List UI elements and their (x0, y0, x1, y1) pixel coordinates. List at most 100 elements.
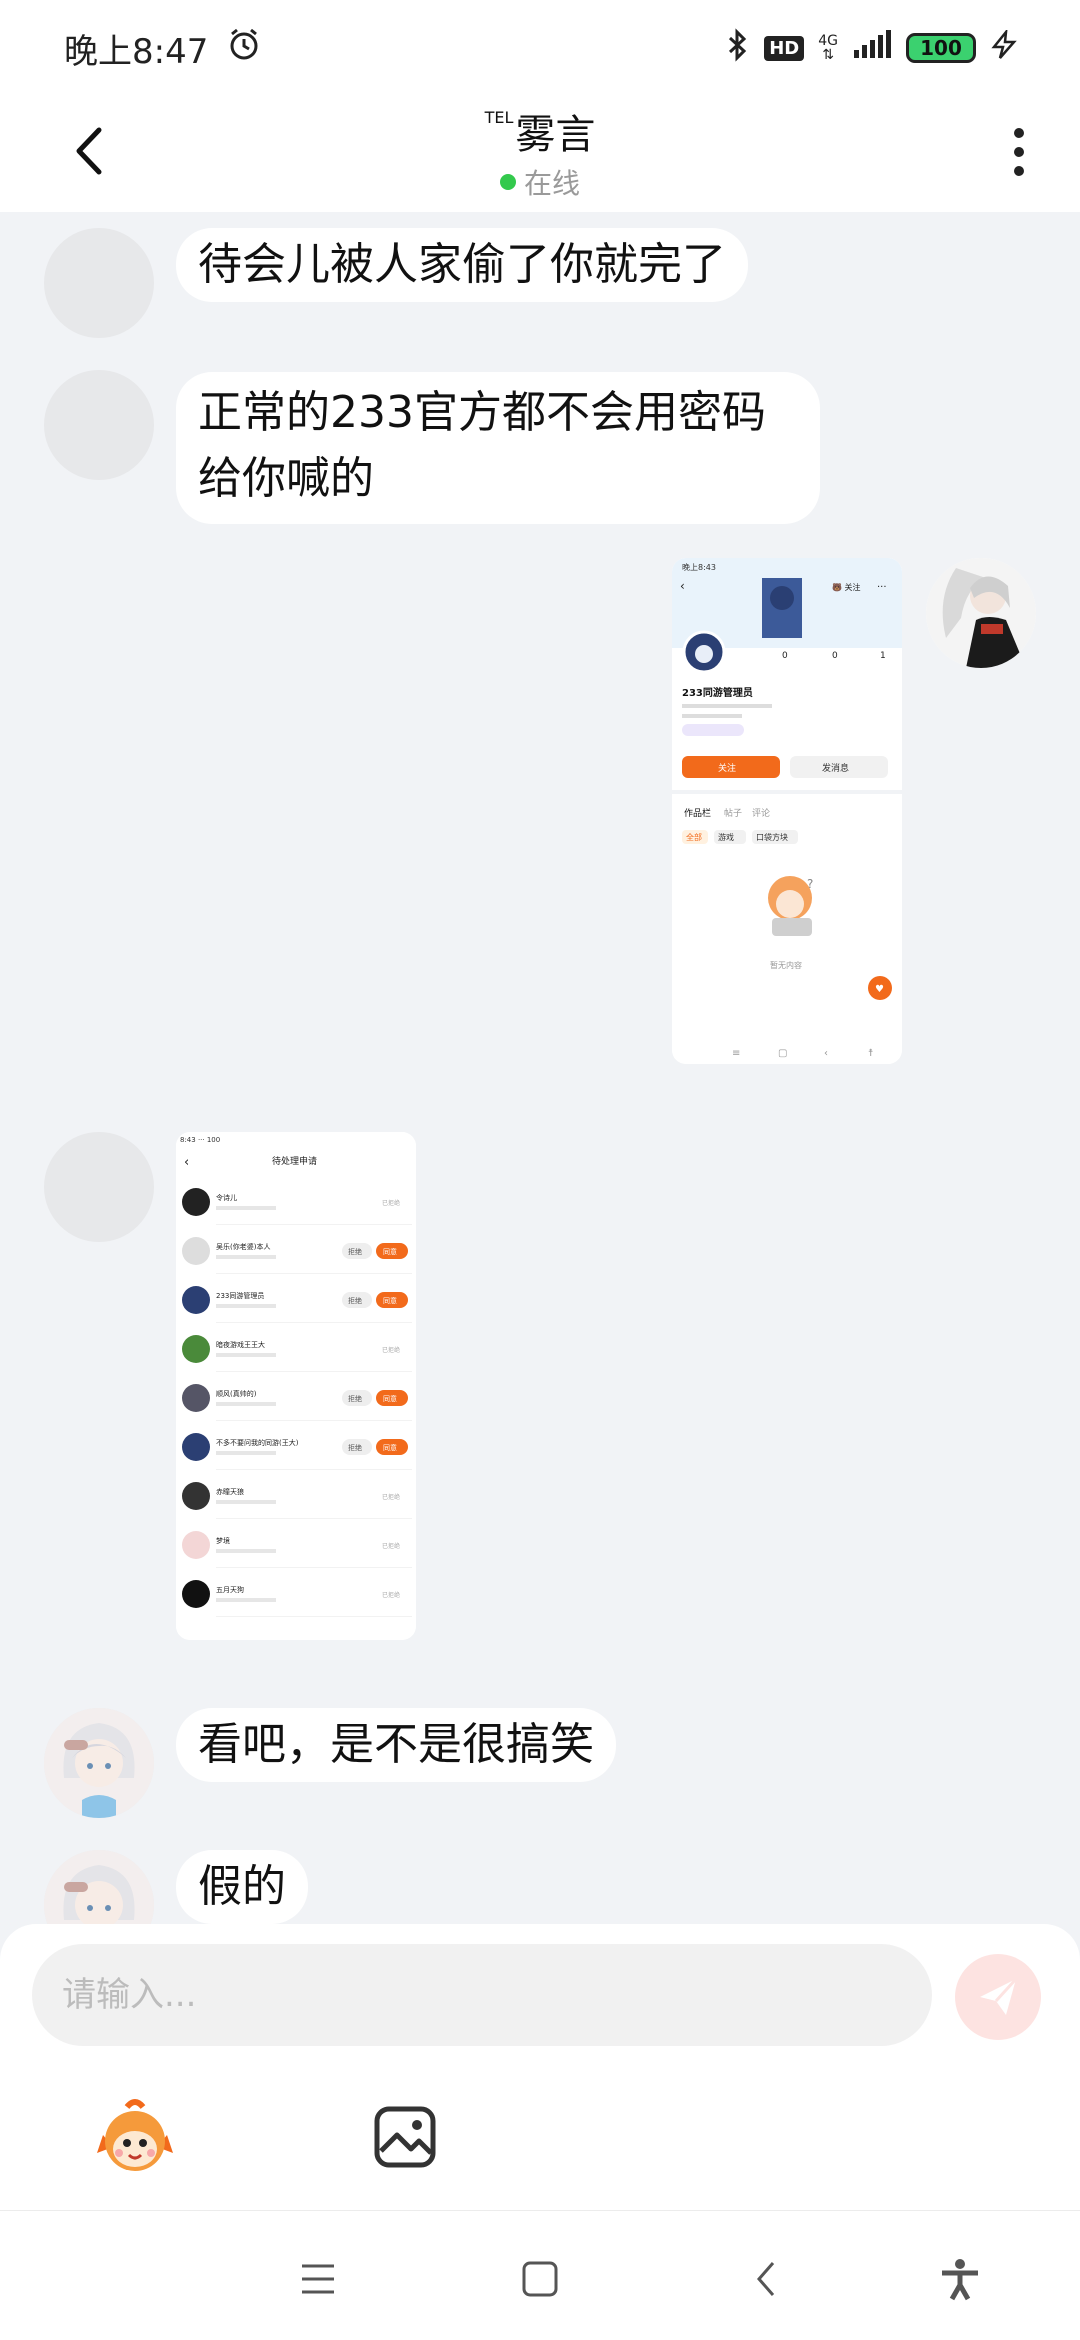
request-status: 已拒绝 (382, 1199, 400, 1207)
row-divider (216, 1322, 412, 1323)
shot1-tab-1: 作品栏 (684, 807, 711, 819)
request-name: 不多不要问我的同游(王大) (216, 1438, 299, 1447)
status-time: 晚上8:47 (64, 31, 209, 72)
mascot-emoji-icon (97, 2099, 173, 2171)
reject-label: 拒绝 (348, 1296, 362, 1305)
input-panel (0, 1924, 1080, 2210)
svg-text:8:43 ··· 100: 8:43 ··· 100 (180, 1136, 220, 1144)
status-bar: 晚上8:47 HD 4G ⇅ 100 (0, 0, 1080, 96)
request-avatar (182, 1531, 210, 1559)
request-name: 梦境 (216, 1536, 230, 1545)
system-nav-bar (0, 2210, 1080, 2340)
request-status: 已拒绝 (382, 1542, 400, 1550)
row-divider (216, 1420, 412, 1421)
shot1-tab-2: 帖子 (724, 807, 742, 819)
svg-text:‹: ‹ (184, 1155, 189, 1170)
svg-text:···: ··· (877, 582, 887, 593)
request-name: 五月天狗 (216, 1585, 244, 1594)
menu-icon (302, 2264, 334, 2294)
contact-name: 雾言 (515, 112, 596, 158)
more-options-button[interactable] (1004, 122, 1034, 182)
svg-text:▢: ▢ (778, 1048, 787, 1059)
request-list-svg: 8:43 ··· 100 ‹ 待处理申请 令诗儿已拒绝吴乐(你老婆)本人拒绝 同意… (176, 1132, 416, 1640)
shot1-count-1: 0 (782, 651, 788, 661)
image-picker-button[interactable] (360, 2092, 450, 2182)
row-divider (216, 1518, 412, 1519)
menu-nav-button[interactable] (288, 2249, 348, 2309)
emoji-mascot-button[interactable] (90, 2092, 180, 2182)
image-message-profile-screenshot[interactable]: 晚上8:43 ‹ 🐻 关注 ··· 0 0 1 233同游管理员 关注 发消息 … (672, 558, 902, 1064)
request-status: 已拒绝 (382, 1493, 400, 1501)
title-prefix: TEL (484, 108, 514, 127)
send-button[interactable] (955, 1954, 1041, 2040)
charging-icon (990, 27, 1020, 66)
message-bubble: 看吧，是不是很搞笑 (176, 1708, 616, 1782)
image-icon (374, 2106, 436, 2168)
shot1-message: 发消息 (822, 762, 849, 774)
request-name: 暗夜游戏王王大 (216, 1340, 265, 1349)
home-square-icon (522, 2261, 558, 2297)
shot1-filter-2: 游戏 (718, 832, 734, 842)
accept-label: 同意 (383, 1296, 397, 1305)
shot1-filter-3: 口袋方块 (756, 832, 788, 842)
request-subtitle-placeholder (216, 1549, 276, 1553)
request-avatar (182, 1286, 210, 1314)
back-triangle-icon (757, 2262, 775, 2296)
request-name: 赤瞳天狼 (216, 1487, 244, 1496)
chat-header: TEL雾言 在线 (0, 96, 1080, 212)
request-avatar (182, 1335, 210, 1363)
avatar[interactable] (44, 228, 154, 338)
message-bubble: 假的 (176, 1850, 308, 1924)
row-divider (216, 1616, 412, 1617)
signal-icon (852, 30, 892, 66)
back-nav-button[interactable] (736, 2249, 796, 2309)
accessibility-button[interactable] (930, 2249, 990, 2309)
request-avatar (182, 1237, 210, 1265)
hd-badge: HD (764, 35, 805, 61)
svg-text:🐻 关注: 🐻 关注 (832, 582, 861, 592)
row-divider (216, 1567, 412, 1568)
chat-title: TEL雾言 在线 (0, 102, 1080, 202)
request-subtitle-placeholder (216, 1353, 276, 1357)
shot1-tab-3: 评论 (752, 807, 770, 819)
request-name: 顺风(真帅的) (216, 1389, 257, 1398)
row-divider (216, 1273, 412, 1274)
row-divider (216, 1224, 412, 1225)
request-avatar (182, 1580, 210, 1608)
shot1-filter-1: 全部 (686, 832, 702, 842)
home-nav-button[interactable] (510, 2249, 570, 2309)
svg-text:‹: ‹ (824, 1048, 828, 1059)
svg-text:?: ? (807, 877, 813, 891)
svg-text:‹: ‹ (680, 579, 685, 593)
shot1-empty: 暂无内容 (770, 960, 802, 970)
online-dot-icon (499, 174, 516, 190)
avatar[interactable] (44, 1132, 154, 1242)
request-subtitle-placeholder (216, 1598, 276, 1602)
row-divider (216, 1469, 412, 1470)
request-status: 已拒绝 (382, 1346, 400, 1354)
request-name: 233同游管理员 (216, 1291, 264, 1300)
request-avatar (182, 1482, 210, 1510)
avatar[interactable] (44, 370, 154, 480)
message-input[interactable] (32, 1944, 932, 2046)
battery-indicator: 100 (906, 33, 976, 63)
shot1-time: 晚上8:43 (682, 562, 716, 572)
request-subtitle-placeholder (216, 1255, 276, 1259)
message-bubble: 正常的233官方都不会用密码给你喊的 (176, 372, 820, 524)
shot2-title: 待处理申请 (272, 1155, 317, 1167)
reject-label: 拒绝 (348, 1443, 362, 1452)
reject-label: 拒绝 (348, 1394, 362, 1403)
avatar[interactable] (44, 1708, 154, 1818)
request-avatar (182, 1433, 210, 1461)
request-status: 已拒绝 (382, 1591, 400, 1599)
accessibility-icon (942, 2259, 978, 2301)
request-subtitle-placeholder (216, 1304, 276, 1308)
alarm-icon (226, 26, 262, 71)
image-message-request-list-screenshot[interactable]: 8:43 ··· 100 ‹ 待处理申请 令诗儿 已拒绝 吴乐(你老婆)本人 拒绝 同意… (176, 1132, 416, 1640)
row-divider (216, 1371, 412, 1372)
request-subtitle-placeholder (216, 1402, 276, 1406)
accept-label: 同意 (383, 1394, 397, 1403)
svg-text:☨: ☨ (868, 1048, 873, 1059)
my-avatar[interactable] (926, 558, 1036, 668)
request-avatar (182, 1188, 210, 1216)
